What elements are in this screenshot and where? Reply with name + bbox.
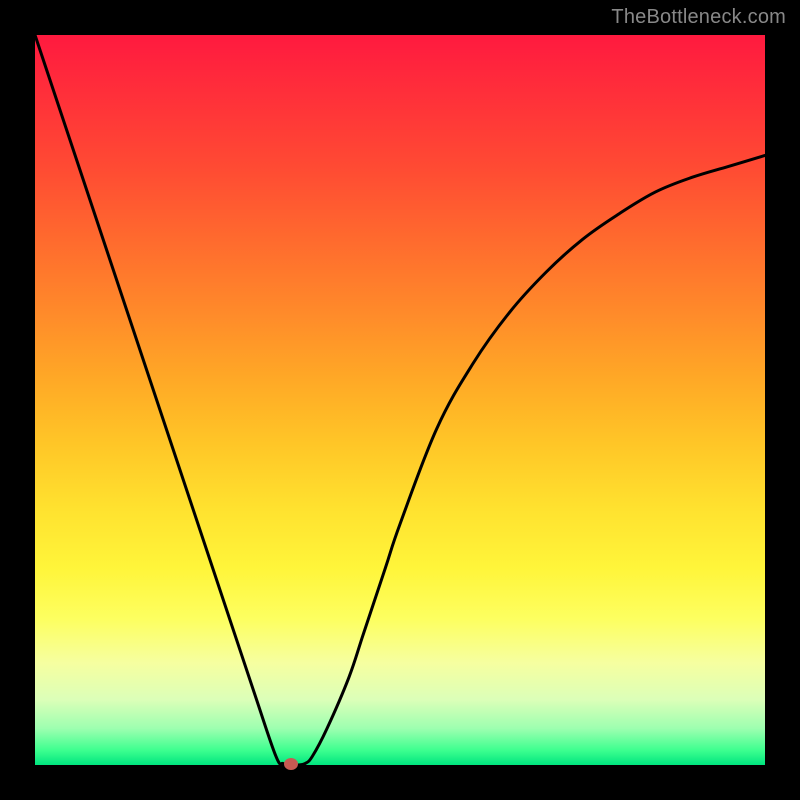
min-point-dot [284, 758, 298, 770]
v-curve-svg [35, 35, 765, 765]
v-curve-path [35, 35, 765, 765]
gradient-plot-area [35, 35, 765, 765]
watermark-text: TheBottleneck.com [611, 6, 786, 29]
chart-frame: TheBottleneck.com [0, 0, 800, 800]
